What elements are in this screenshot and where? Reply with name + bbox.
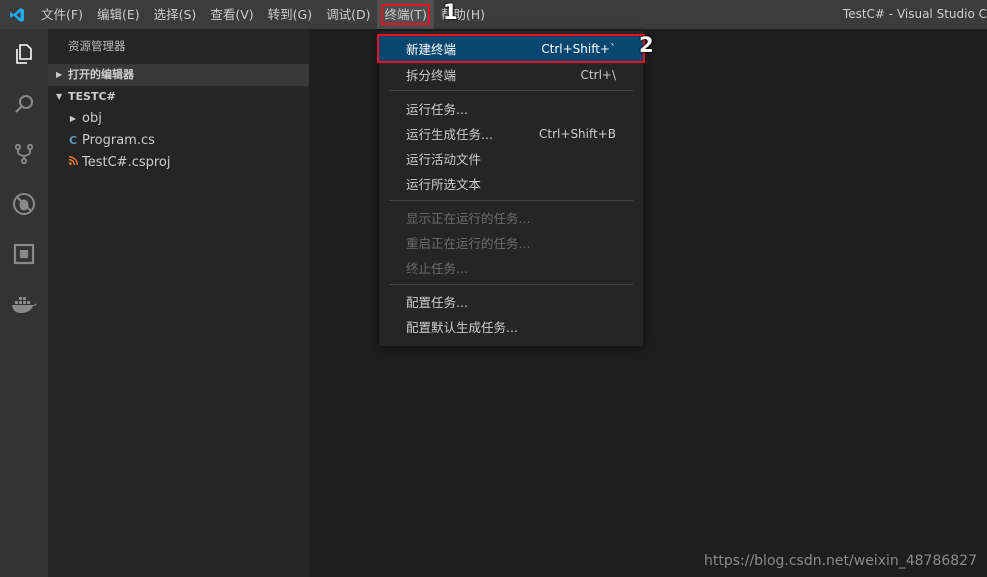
chevron-down-icon: ▼ — [56, 92, 63, 101]
menu-item-label: 运行生成任务... — [406, 127, 493, 142]
menu-separator — [389, 284, 633, 285]
tree-item-label: TestC#.csproj — [82, 155, 171, 170]
menu-item-configure-tasks[interactable]: 配置任务... — [379, 289, 643, 314]
menu-item-label: 重启正在运行的任务... — [406, 236, 531, 251]
window-title: TestC# - Visual Studio C — [842, 7, 987, 21]
step-2-annotation: 2 — [639, 33, 654, 57]
watermark: https://blog.csdn.net/weixin_48786827 — [703, 553, 977, 569]
menu-separator — [389, 200, 633, 201]
menu-go[interactable]: 转到(G) — [261, 0, 319, 29]
menu-item-label: 运行所选文本 — [406, 177, 482, 192]
menu-item-restart-running-task: 重启正在运行的任务... — [379, 230, 643, 255]
menu-terminal[interactable]: 终端(T) — [377, 0, 434, 29]
menu-item-label: 拆分终端 — [406, 68, 457, 83]
menu-item-label: 配置默认生成任务... — [406, 320, 518, 335]
menu-item-run-task[interactable]: 运行任务... — [379, 96, 643, 121]
debug-icon[interactable] — [0, 179, 48, 229]
tree-item-program-cs[interactable]: C Program.cs — [48, 130, 309, 152]
menu-item-run-active-file[interactable]: 运行活动文件 — [379, 146, 643, 171]
tree-item-label: obj — [82, 111, 102, 126]
menu-file[interactable]: 文件(F) — [34, 0, 90, 29]
search-icon[interactable] — [0, 79, 48, 129]
menu-item-run-selected-text[interactable]: 运行所选文本 — [379, 171, 643, 196]
menu-separator — [389, 90, 633, 91]
rss-file-icon — [64, 152, 82, 174]
menu-item-label: 运行活动文件 — [406, 152, 482, 167]
extensions-icon[interactable] — [0, 229, 48, 279]
explorer-icon[interactable] — [0, 29, 48, 79]
sidebar-title: 资源管理器 — [68, 39, 126, 53]
tree-item-label: Program.cs — [82, 133, 155, 148]
open-editors-section[interactable]: ▶ 打开的编辑器 — [48, 64, 309, 86]
tree-item-csproj[interactable]: TestC#.csproj — [48, 152, 309, 174]
open-editors-label: 打开的编辑器 — [68, 68, 134, 81]
tree-item-obj[interactable]: ▶ obj — [48, 108, 309, 130]
menu-item-shortcut: Ctrl+\ — [580, 67, 616, 82]
chevron-right-icon: ▶ — [56, 70, 63, 79]
explorer-sidebar: 资源管理器 ▶ 打开的编辑器 ▼ TESTC# ▶ obj C Program.… — [48, 29, 309, 577]
menu-debug[interactable]: 调试(D) — [319, 0, 377, 29]
menu-selection[interactable]: 选择(S) — [147, 0, 204, 29]
menu-item-terminate-task: 终止任务... — [379, 255, 643, 280]
folder-chevron-icon: ▶ — [69, 114, 77, 123]
project-section[interactable]: ▼ TESTC# — [48, 86, 309, 108]
menu-item-label: 新建终端 — [406, 42, 457, 57]
menu-item-new-terminal[interactable]: 新建终端 Ctrl+Shift+` — [377, 34, 645, 63]
menu-item-shortcut: Ctrl+Shift+B — [539, 126, 616, 141]
docker-icon[interactable] — [0, 279, 48, 329]
menu-item-shortcut: Ctrl+Shift+` — [541, 41, 616, 56]
step-1-annotation: 1 — [443, 0, 458, 24]
menu-item-run-build-task[interactable]: 运行生成任务... Ctrl+Shift+B — [379, 121, 643, 146]
menu-item-label: 配置任务... — [406, 295, 468, 310]
menu-item-split-terminal[interactable]: 拆分终端 Ctrl+\ — [379, 62, 643, 87]
menu-edit[interactable]: 编辑(E) — [90, 0, 147, 29]
source-control-icon[interactable] — [0, 129, 48, 179]
menu-item-configure-default-build-task[interactable]: 配置默认生成任务... — [379, 314, 643, 339]
menu-item-show-running-tasks: 显示正在运行的任务... — [379, 205, 643, 230]
menu-view[interactable]: 查看(V) — [203, 0, 260, 29]
menu-item-label: 显示正在运行的任务... — [406, 211, 531, 226]
menu-item-label: 运行任务... — [406, 102, 468, 117]
menu-item-label: 终止任务... — [406, 261, 468, 276]
terminal-menu-dropdown: 新建终端 Ctrl+Shift+` 拆分终端 Ctrl+\ 运行任务... 运行… — [377, 31, 645, 346]
csharp-file-icon: C — [68, 134, 78, 147]
activity-bar — [0, 29, 48, 577]
title-bar: 文件(F) 编辑(E) 选择(S) 查看(V) 转到(G) 调试(D) 终端(T… — [0, 0, 987, 29]
project-label: TESTC# — [68, 90, 116, 103]
vscode-logo-icon — [0, 0, 34, 29]
